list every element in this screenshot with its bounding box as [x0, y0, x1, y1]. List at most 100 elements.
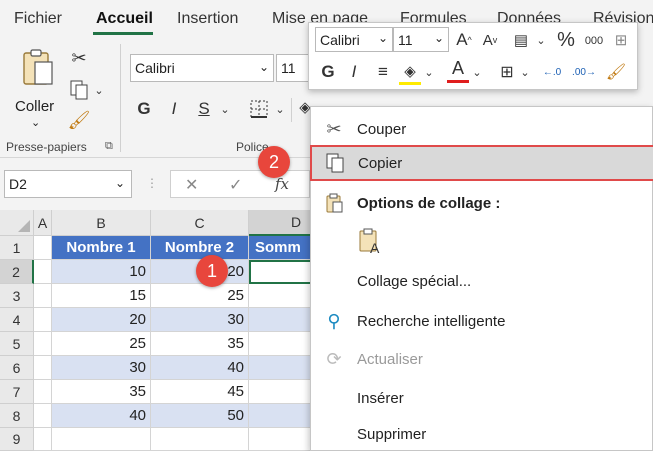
row-header-3[interactable]: 3 — [0, 284, 34, 308]
row-header-7[interactable]: 7 — [0, 380, 34, 404]
menu-item-copy[interactable]: Copier — [310, 145, 653, 181]
merge-cells-icon[interactable]: ⊞ — [609, 28, 633, 52]
cell-a4[interactable] — [34, 308, 52, 332]
increase-font-size-icon[interactable]: A ^ — [453, 28, 475, 52]
borders-icon[interactable] — [246, 96, 272, 122]
format-painter-icon[interactable]: 🖌 — [66, 108, 92, 132]
cell-a5[interactable] — [34, 332, 52, 356]
table-cell[interactable]: 20 — [52, 308, 151, 332]
font-size-select[interactable]: 11 — [276, 54, 310, 82]
table-cell[interactable]: 50 — [151, 404, 249, 428]
row-header-9[interactable]: 9 — [0, 428, 34, 451]
mini-bold-button[interactable]: G — [317, 59, 339, 85]
cut-scissors-icon[interactable]: ✂ — [66, 46, 92, 70]
underline-button[interactable]: S — [192, 96, 216, 122]
table-cell[interactable]: 40 — [52, 404, 151, 428]
table-cell[interactable] — [249, 284, 313, 308]
table-header-cell[interactable]: Nombre 1 — [52, 236, 151, 260]
cell-a6[interactable] — [34, 356, 52, 380]
mini-font-size-select[interactable]: 11 ⌄ — [393, 27, 449, 52]
table-header-cell[interactable]: Nombre 2 — [151, 236, 249, 260]
thousands-separator-button[interactable]: 000 — [581, 30, 607, 52]
table-cell[interactable]: 30 — [151, 308, 249, 332]
row-header-5[interactable]: 5 — [0, 332, 34, 356]
chevron-down-icon[interactable]: ⌄ — [519, 59, 531, 85]
column-header-a[interactable]: A — [34, 210, 52, 236]
table-cell[interactable]: 10 — [52, 260, 151, 284]
name-box[interactable]: D2 ⌄ — [4, 170, 132, 198]
row-header-1[interactable]: 1 — [0, 236, 34, 260]
number-format-icon[interactable]: ▤ — [507, 28, 535, 52]
cell-a2[interactable] — [34, 260, 52, 284]
table-cell[interactable] — [249, 308, 313, 332]
table-cell[interactable] — [249, 356, 313, 380]
table-cell[interactable] — [52, 428, 151, 451]
format-painter-icon[interactable]: 🖌 — [603, 59, 629, 85]
column-header-d[interactable]: D — [249, 210, 313, 236]
table-cell[interactable]: 35 — [151, 332, 249, 356]
menu-item-delete[interactable]: Supprimer — [311, 416, 653, 451]
menu-item-insert[interactable]: Insérer — [311, 380, 653, 416]
copy-chevron-icon[interactable]: ⌄ — [92, 78, 106, 102]
table-cell[interactable] — [151, 428, 249, 451]
table-cell[interactable]: 30 — [52, 356, 151, 380]
table-cell[interactable]: 25 — [151, 284, 249, 308]
font-name-select[interactable]: Calibri ⌄ — [130, 54, 274, 82]
row-header-6[interactable]: 6 — [0, 356, 34, 380]
copy-icon[interactable] — [66, 78, 92, 102]
chevron-down-icon[interactable]: ⌄ — [218, 96, 232, 122]
align-center-icon[interactable]: ≡ — [371, 59, 395, 85]
chevron-down-icon[interactable]: ⌄ — [423, 59, 435, 85]
percent-button[interactable]: % — [555, 28, 577, 52]
table-header-cell[interactable]: Somm — [249, 236, 313, 260]
cell-a3[interactable] — [34, 284, 52, 308]
row-header-8[interactable]: 8 — [0, 404, 34, 428]
dialog-launcher-icon[interactable]: ⧉ — [105, 140, 113, 153]
highlight-color-icon[interactable]: ◈ — [399, 59, 421, 85]
chevron-down-icon[interactable]: ⌄ — [274, 96, 286, 122]
menu-item-paste-special[interactable]: Collage spécial... — [311, 263, 653, 299]
menu-item-cut[interactable]: ✂ Couper — [311, 111, 653, 147]
confirm-icon[interactable]: ✓ — [229, 175, 242, 195]
paste-values-option[interactable]: A — [357, 227, 387, 257]
cell-a8[interactable] — [34, 404, 52, 428]
table-cell[interactable] — [249, 380, 313, 404]
table-cell[interactable] — [249, 404, 313, 428]
borders-icon[interactable]: ⊞ — [495, 59, 519, 85]
cell-a9[interactable] — [34, 428, 52, 451]
paste-button[interactable]: Coller ⌄ — [12, 46, 62, 129]
decrease-font-size-icon[interactable]: Av — [479, 28, 501, 52]
table-cell[interactable]: 40 — [151, 356, 249, 380]
chevron-down-icon[interactable]: ⌄ — [535, 28, 547, 52]
table-cell[interactable]: 35 — [52, 380, 151, 404]
table-cell[interactable]: 45 — [151, 380, 249, 404]
menu-item-smart-lookup[interactable]: ⚲ Recherche intelligente — [311, 303, 653, 339]
tab-accueil[interactable]: Accueil — [96, 10, 153, 28]
bold-button[interactable]: G — [132, 96, 156, 122]
mini-italic-button[interactable]: I — [343, 59, 365, 85]
select-all-corner[interactable] — [0, 210, 34, 236]
decrease-decimal-icon[interactable]: ←.0 — [539, 59, 565, 85]
italic-button[interactable]: I — [162, 96, 186, 122]
font-color-button[interactable]: A — [447, 57, 469, 83]
active-cell-d2[interactable] — [249, 260, 313, 284]
fill-color-icon[interactable]: ◈ — [299, 94, 311, 120]
tab-insertion[interactable]: Insertion — [177, 10, 238, 28]
cell-a7[interactable] — [34, 380, 52, 404]
chevron-down-icon[interactable]: ⌄ — [471, 59, 483, 85]
tab-fichier[interactable]: Fichier — [14, 10, 62, 28]
increase-decimal-icon[interactable]: .00→ — [571, 59, 597, 85]
table-cell[interactable] — [249, 428, 313, 451]
table-cell[interactable]: 25 — [52, 332, 151, 356]
table-cell[interactable]: 15 — [52, 284, 151, 308]
column-header-c[interactable]: C — [151, 210, 249, 236]
column-header-b[interactable]: B — [52, 210, 151, 236]
cell-a1[interactable] — [34, 236, 52, 260]
drag-handle-icon[interactable]: ⋮ — [146, 176, 158, 190]
mini-font-name-select[interactable]: Calibri ⌄ — [315, 27, 393, 52]
row-header-4[interactable]: 4 — [0, 308, 34, 332]
group-separator — [120, 44, 121, 152]
row-header-2[interactable]: 2 — [0, 260, 34, 284]
cancel-icon[interactable]: ✕ — [185, 175, 198, 195]
table-cell[interactable] — [249, 332, 313, 356]
